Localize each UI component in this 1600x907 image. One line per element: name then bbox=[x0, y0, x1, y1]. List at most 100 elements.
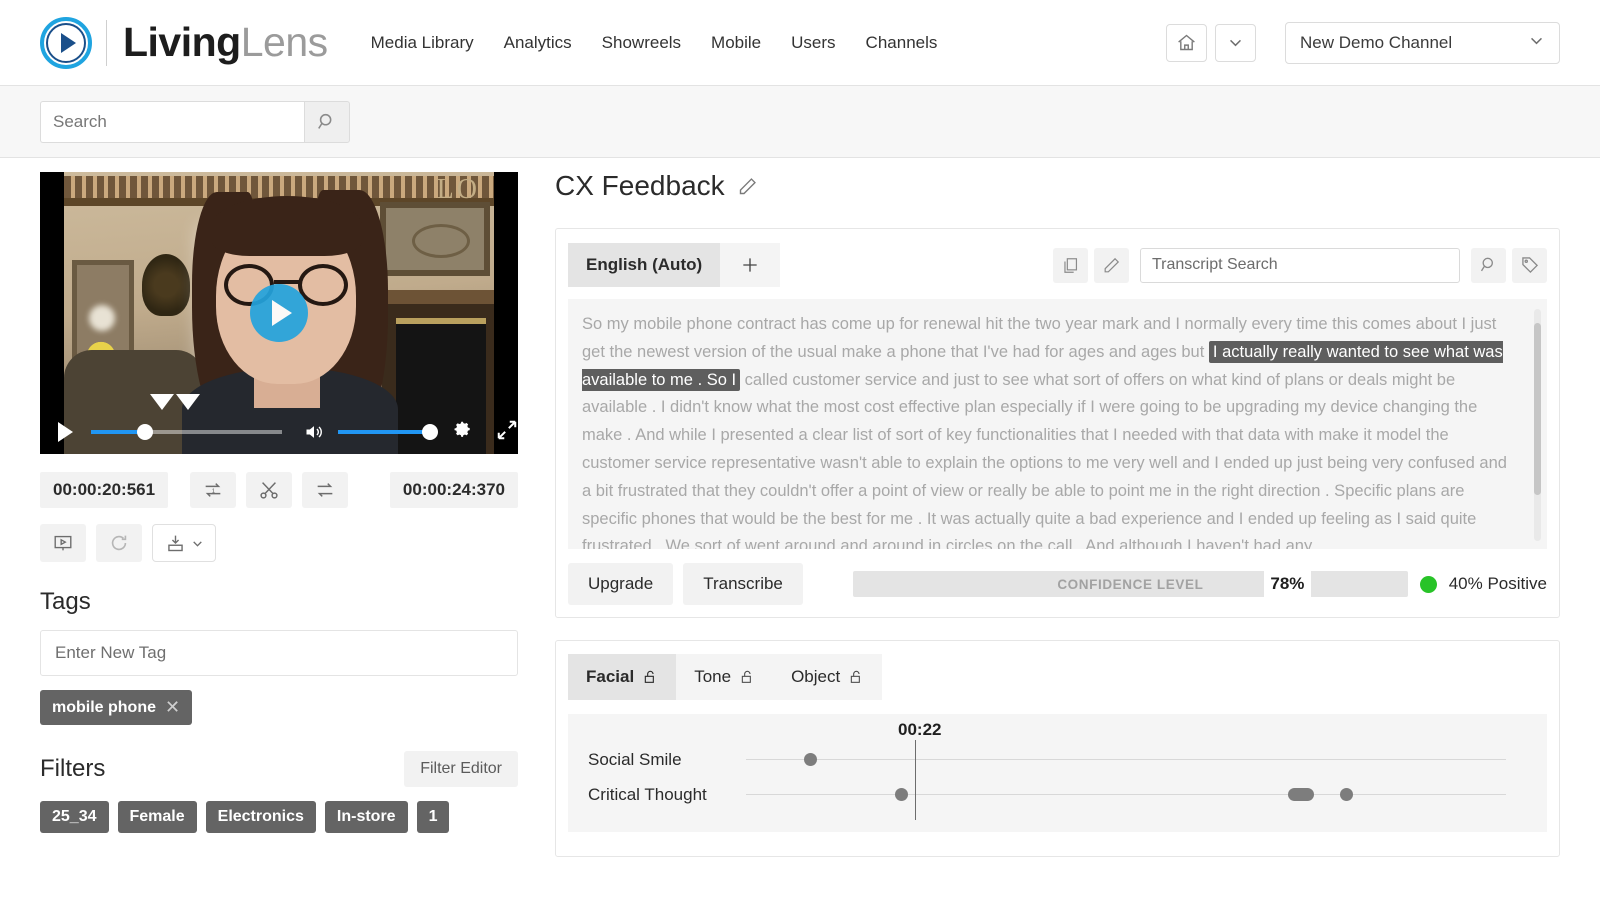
channel-selector[interactable]: New Demo Channel bbox=[1285, 21, 1560, 64]
tab-tone-label: Tone bbox=[694, 667, 732, 686]
play-button[interactable] bbox=[58, 422, 73, 442]
channel-chevron-icon bbox=[1528, 32, 1545, 54]
facial-timeline-chart: 00:22 Social Smile Critical Thought bbox=[568, 714, 1547, 832]
chart-playhead[interactable] bbox=[915, 740, 916, 820]
timecode-row: 00:00:20:561 1 00:00:24:370 bbox=[40, 472, 518, 508]
tab-english-auto[interactable]: English (Auto) bbox=[568, 243, 721, 287]
brand-name-bold: Living bbox=[123, 19, 241, 65]
chart-row-line bbox=[746, 759, 1506, 760]
trim-markers[interactable] bbox=[150, 394, 200, 410]
transcribe-button[interactable]: Transcribe bbox=[683, 563, 803, 605]
chevron-down-icon bbox=[192, 540, 202, 547]
transcript-scrollbar[interactable] bbox=[1534, 309, 1541, 541]
brand-logo[interactable]: LivingLens bbox=[40, 16, 328, 69]
copy-transcript-button[interactable] bbox=[1053, 247, 1088, 283]
transcript-tag-button[interactable] bbox=[1512, 247, 1547, 283]
download-button[interactable] bbox=[152, 524, 216, 562]
filter-editor-button[interactable]: Filter Editor bbox=[404, 751, 518, 787]
brand-divider bbox=[106, 19, 107, 66]
tag-chip[interactable]: mobile phone ✕ bbox=[40, 690, 193, 725]
nav-item-showreels[interactable]: Showreels bbox=[587, 25, 696, 61]
close-icon[interactable]: ✕ bbox=[165, 697, 180, 718]
home-button[interactable] bbox=[1166, 23, 1207, 62]
end-timecode[interactable]: 00:00:24:370 bbox=[389, 472, 518, 508]
chart-point[interactable] bbox=[895, 788, 908, 801]
chart-point[interactable] bbox=[1340, 788, 1353, 801]
player-settings-button[interactable] bbox=[452, 419, 474, 446]
download-icon bbox=[167, 535, 183, 551]
right-panel: CX Feedback English (Auto) Transcript Se… bbox=[555, 170, 1560, 857]
nav-item-channels[interactable]: Channels bbox=[851, 25, 953, 61]
tags-heading: Tags bbox=[40, 588, 91, 615]
new-tag-input[interactable] bbox=[40, 630, 518, 676]
gear-icon bbox=[454, 421, 470, 437]
tab-object-label: Object bbox=[791, 667, 841, 686]
tab-object[interactable]: Object bbox=[773, 654, 882, 700]
upgrade-button[interactable]: Upgrade bbox=[568, 563, 674, 605]
sentiment-dot-icon bbox=[1419, 575, 1437, 593]
start-timecode[interactable]: 00:00:20:561 bbox=[40, 472, 169, 508]
repeat-icon bbox=[317, 483, 333, 497]
play-overlay-button[interactable] bbox=[250, 284, 308, 342]
home-dropdown-button[interactable] bbox=[1215, 23, 1256, 62]
nav-item-mobile[interactable]: Mobile bbox=[696, 25, 776, 61]
copy-icon bbox=[1064, 257, 1078, 273]
repeat-one-button[interactable]: 1 bbox=[190, 472, 237, 508]
edit-transcript-button[interactable] bbox=[1094, 247, 1129, 283]
search-input[interactable] bbox=[40, 101, 304, 143]
filter-chip[interactable]: Electronics bbox=[205, 801, 316, 833]
repeat-button[interactable] bbox=[302, 472, 349, 508]
transcript-search-button[interactable] bbox=[1471, 247, 1506, 283]
unlock-icon bbox=[644, 670, 655, 683]
filter-chip[interactable]: 1 bbox=[416, 801, 450, 833]
add-to-showreel-button[interactable] bbox=[40, 524, 86, 562]
transcript-text[interactable]: So my mobile phone contract has come up … bbox=[568, 299, 1547, 549]
seek-handle[interactable] bbox=[137, 424, 153, 440]
confidence-level-label: CONFIDENCE LEVEL bbox=[1057, 576, 1204, 592]
pencil-icon[interactable] bbox=[737, 176, 758, 197]
media-action-row bbox=[40, 524, 518, 562]
volume-bar[interactable] bbox=[338, 424, 438, 440]
language-tabs: English (Auto) bbox=[568, 243, 781, 287]
chart-point[interactable] bbox=[804, 753, 817, 766]
search-icon bbox=[1480, 257, 1493, 272]
channel-selector-value: New Demo Channel bbox=[1300, 32, 1453, 52]
volume-control[interactable] bbox=[302, 422, 438, 442]
fullscreen-button[interactable] bbox=[496, 419, 518, 446]
search-button[interactable] bbox=[304, 101, 350, 143]
refresh-icon bbox=[111, 535, 127, 551]
transcript-search-input[interactable] bbox=[1140, 247, 1460, 283]
add-language-button[interactable] bbox=[720, 243, 780, 287]
tag-chip-label: mobile phone bbox=[52, 698, 156, 716]
header-right-controls: New Demo Channel bbox=[1166, 21, 1560, 64]
chart-row-label-social-smile: Social Smile bbox=[588, 750, 682, 769]
sentiment-indicator: 40% Positive bbox=[1419, 574, 1547, 594]
seek-bar[interactable] bbox=[91, 424, 282, 440]
unlock-icon bbox=[851, 670, 861, 683]
filter-chip[interactable]: 25_34 bbox=[40, 801, 109, 833]
nav-item-analytics[interactable]: Analytics bbox=[489, 25, 587, 61]
search-bar-row bbox=[0, 86, 1600, 158]
tab-facial[interactable]: Facial bbox=[568, 654, 677, 700]
showreel-icon bbox=[54, 535, 72, 551]
analysis-tabs: Facial Tone Object bbox=[568, 654, 883, 700]
chart-point[interactable] bbox=[1288, 788, 1314, 801]
cut-button[interactable] bbox=[246, 472, 293, 508]
pencil-icon bbox=[1104, 257, 1120, 272]
nav-item-users[interactable]: Users bbox=[776, 25, 850, 61]
play-icon bbox=[271, 300, 292, 326]
filter-chip[interactable]: Female bbox=[117, 801, 197, 833]
svg-text:1: 1 bbox=[212, 488, 216, 495]
transcript-card: English (Auto) Transcript Search So my m… bbox=[555, 228, 1560, 618]
transcript-segment: called customer service and just to see … bbox=[582, 370, 1507, 549]
video-player[interactable]: LO bbox=[40, 172, 518, 454]
tab-tone[interactable]: Tone bbox=[676, 654, 773, 700]
refresh-button[interactable] bbox=[96, 524, 142, 562]
search-box bbox=[40, 101, 350, 143]
plus-icon bbox=[743, 258, 757, 272]
chart-row-label-critical-thought: Critical Thought bbox=[588, 785, 707, 804]
sentiment-label: 40% Positive bbox=[1448, 574, 1547, 593]
tag-chip-list: mobile phone ✕ bbox=[40, 690, 518, 725]
nav-item-media-library[interactable]: Media Library bbox=[356, 25, 489, 61]
filter-chip[interactable]: In-store bbox=[324, 801, 408, 833]
